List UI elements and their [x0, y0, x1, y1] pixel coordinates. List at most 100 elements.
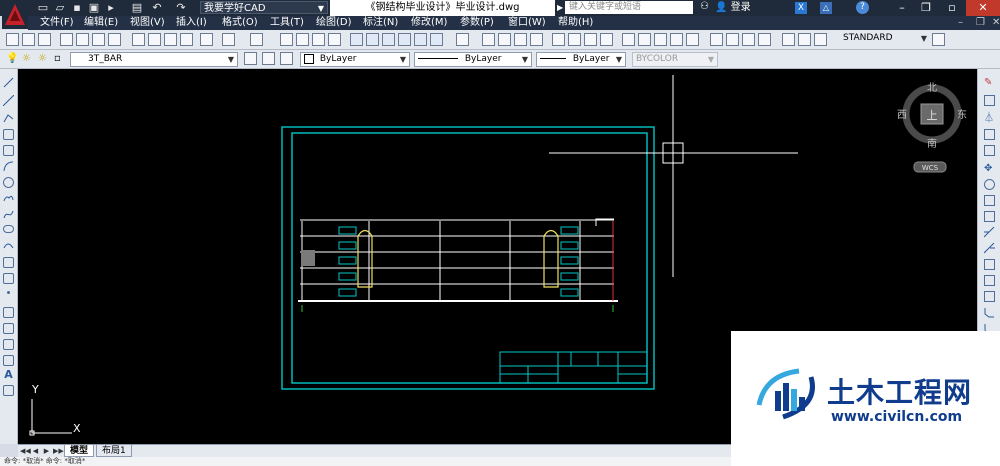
arc-length-icon[interactable]	[514, 33, 527, 46]
chamfer-icon[interactable]	[984, 307, 995, 318]
menu-draw[interactable]: 绘图(D)	[316, 16, 352, 30]
dim-break-icon[interactable]	[686, 33, 699, 46]
diameter-dim-icon[interactable]	[584, 33, 597, 46]
minimize-icon[interactable]: –	[890, 0, 914, 16]
layer-properties-icon[interactable]	[262, 52, 275, 65]
menu-insert[interactable]: 插入(I)	[176, 16, 207, 30]
make-layer-current-icon[interactable]	[244, 52, 257, 65]
join-icon[interactable]	[984, 291, 995, 302]
rotate-icon[interactable]	[984, 179, 995, 190]
polyline-icon[interactable]	[3, 113, 14, 124]
design-center-icon[interactable]	[366, 33, 379, 46]
paste-icon[interactable]	[164, 33, 177, 46]
zoom-realtime-icon[interactable]	[296, 33, 309, 46]
layer-thaw-icon[interactable]: ☼	[22, 52, 35, 65]
layer-on-icon[interactable]: 💡	[6, 52, 19, 65]
restore-icon[interactable]: ❐	[914, 0, 938, 16]
baseline-dim-icon[interactable]	[638, 33, 651, 46]
jogged-linear-icon[interactable]	[758, 33, 771, 46]
insert-block-icon[interactable]	[3, 257, 14, 268]
tab-layout1[interactable]: 布局1	[96, 445, 132, 457]
viewcube-west[interactable]: 西	[897, 110, 907, 121]
menu-modify[interactable]: 修改(M)	[411, 16, 447, 30]
offset-icon[interactable]	[984, 129, 995, 140]
help-icon[interactable]	[456, 33, 469, 46]
search-expand-icon[interactable]: ▶	[557, 3, 563, 13]
open-file-icon[interactable]: ▱	[53, 1, 67, 14]
line-icon[interactable]	[3, 77, 14, 88]
viewcube-top[interactable]: 上	[927, 109, 938, 122]
sheet-set-icon[interactable]	[398, 33, 411, 46]
text-style-select[interactable]: STANDARD ▼	[840, 32, 930, 47]
menu-help[interactable]: 帮助(H)	[558, 16, 593, 30]
app-logo[interactable]	[2, 1, 28, 29]
center-mark-icon[interactable]	[726, 33, 739, 46]
linear-dim-icon[interactable]	[482, 33, 495, 46]
last-tab-icon[interactable]: ▶▶	[53, 446, 64, 456]
break-at-point-icon[interactable]	[984, 259, 995, 270]
hatch-icon[interactable]	[3, 307, 14, 318]
markup-icon[interactable]	[414, 33, 427, 46]
plot-icon[interactable]	[60, 33, 73, 46]
continue-dim-icon[interactable]	[654, 33, 667, 46]
revision-cloud-icon[interactable]	[3, 193, 14, 204]
viewcube-north[interactable]: 北	[927, 82, 937, 94]
ellipse-arc-icon[interactable]	[3, 241, 14, 252]
quick-dim-icon[interactable]	[622, 33, 635, 46]
save-as-icon[interactable]: ▣	[87, 1, 101, 14]
calculator-icon[interactable]	[430, 33, 443, 46]
aligned-dim-icon[interactable]	[498, 33, 511, 46]
arc-icon[interactable]	[3, 161, 14, 172]
zoom-previous-icon[interactable]	[328, 33, 341, 46]
menu-tools[interactable]: 工具(T)	[270, 16, 304, 30]
workspace-select[interactable]: 我要学好CAD ▼	[200, 1, 328, 14]
layer-unlock-icon[interactable]: ☼	[38, 52, 51, 65]
dim-update-icon[interactable]	[814, 33, 827, 46]
circle-icon[interactable]	[3, 177, 14, 188]
prev-tab-icon[interactable]: ◀	[31, 446, 40, 456]
viewcube-east[interactable]: 东	[957, 108, 967, 121]
copy-object-icon[interactable]	[984, 95, 995, 106]
next-tab-icon[interactable]: ▶	[42, 446, 51, 456]
layer-select[interactable]: 3T_BAR ▼	[70, 52, 238, 67]
tolerance-icon[interactable]	[710, 33, 723, 46]
publish-icon[interactable]	[92, 33, 105, 46]
properties-icon[interactable]	[350, 33, 363, 46]
ordinate-dim-icon[interactable]	[530, 33, 543, 46]
binoculars-icon[interactable]: ⚇	[700, 1, 712, 14]
dim-edit-icon[interactable]	[782, 33, 795, 46]
wcs-label[interactable]: WCS	[922, 164, 939, 172]
menu-view[interactable]: 视图(V)	[130, 16, 165, 30]
share-icon[interactable]: △	[820, 2, 832, 14]
tool-palettes-icon[interactable]	[382, 33, 395, 46]
first-tab-icon[interactable]: ◀◀	[20, 446, 31, 456]
stretch-icon[interactable]	[984, 211, 995, 222]
plot-preview-icon[interactable]	[76, 33, 89, 46]
close-icon[interactable]: ✕	[966, 0, 1000, 16]
linetype-select[interactable]: ByLayer ▼	[414, 52, 532, 67]
redo-icon[interactable]	[250, 33, 263, 46]
save-icon[interactable]: ▪	[70, 1, 84, 14]
angular-dim-icon[interactable]	[600, 33, 613, 46]
doc-close-icon[interactable]: ✕	[992, 16, 1000, 30]
inspection-icon[interactable]	[742, 33, 755, 46]
table-icon[interactable]	[3, 355, 14, 366]
add-selected-icon[interactable]	[3, 385, 14, 396]
menu-format[interactable]: 格式(O)	[222, 16, 258, 30]
color-select[interactable]: ByLayer ▼	[300, 52, 410, 67]
gradient-icon[interactable]	[3, 323, 14, 334]
search-input[interactable]: 键入关键字或短语	[565, 1, 693, 14]
login-link[interactable]: 👤 登录	[715, 0, 751, 16]
zoom-window-icon[interactable]	[312, 33, 325, 46]
move-icon[interactable]: ✥	[984, 163, 995, 174]
mirror-icon[interactable]: ⏃	[984, 113, 995, 124]
array-icon[interactable]	[984, 145, 995, 156]
pan-icon[interactable]	[280, 33, 293, 46]
save-icon[interactable]	[38, 33, 51, 46]
dim-text-edit-icon[interactable]	[798, 33, 811, 46]
tab-model[interactable]: 模型	[64, 445, 95, 457]
undo-icon[interactable]	[222, 33, 235, 46]
menu-file[interactable]: 文件(F)	[40, 16, 74, 30]
exchange-icon[interactable]: X	[795, 2, 807, 14]
scale-icon[interactable]	[984, 195, 995, 206]
